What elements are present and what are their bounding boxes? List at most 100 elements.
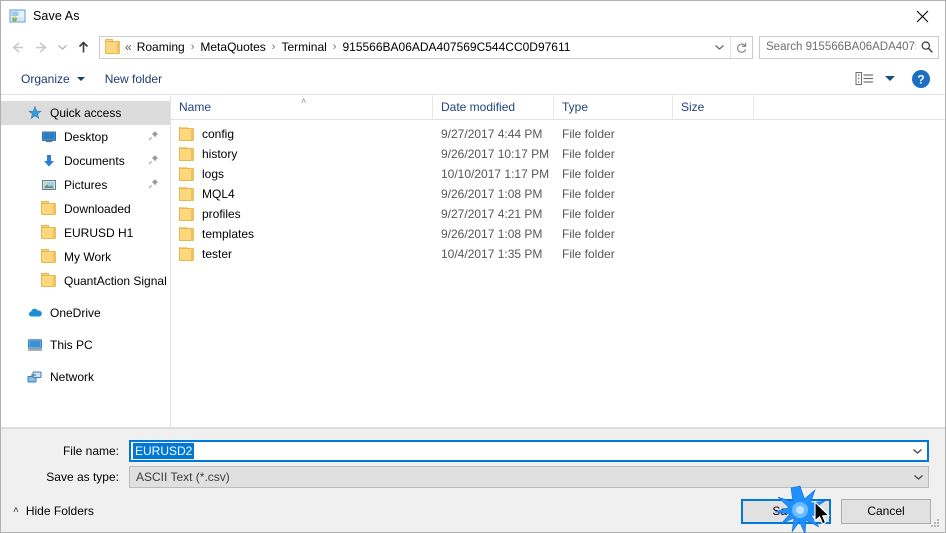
hide-folders-button[interactable]: ˄ Hide Folders <box>13 504 94 518</box>
dialog-body: Quick access Desktop Documents Pictures … <box>1 94 945 428</box>
resize-grip-icon[interactable] <box>929 517 942 530</box>
up-arrow-icon[interactable] <box>71 35 95 59</box>
file-type-cell: File folder <box>562 127 615 141</box>
address-bar[interactable]: « Roaming › MetaQuotes › Terminal › 9155… <box>99 35 753 59</box>
save-as-type-select[interactable]: ASCII Text (*.csv) <box>129 466 929 488</box>
file-name-text: profiles <box>202 207 241 221</box>
sidebar-item-my-work[interactable]: My Work <box>1 245 170 269</box>
breadcrumb: « Roaming › MetaQuotes › Terminal › 9155… <box>124 40 708 54</box>
folder-icon <box>105 38 120 54</box>
table-row[interactable]: logs 10/10/2017 1:17 PM File folder <box>171 164 945 184</box>
breadcrumb-item-metaquotes[interactable]: MetaQuotes <box>198 40 267 54</box>
search-icon[interactable] <box>916 40 938 54</box>
save-as-type-row: Save as type: ASCII Text (*.csv) <box>17 466 929 488</box>
table-row[interactable]: config 9/27/2017 4:44 PM File folder <box>171 124 945 144</box>
hide-folders-label: Hide Folders <box>25 504 94 518</box>
folder-icon <box>179 127 194 141</box>
table-row[interactable]: tester 10/4/2017 1:35 PM File folder <box>171 244 945 264</box>
folder-icon <box>179 187 194 201</box>
table-row[interactable]: profiles 9/27/2017 4:21 PM File folder <box>171 204 945 224</box>
sidebar-item-label: Pictures <box>64 178 108 192</box>
view-list-icon[interactable] <box>855 70 877 88</box>
pictures-icon <box>41 177 57 193</box>
file-name-text: history <box>202 147 238 161</box>
cancel-button[interactable]: Cancel <box>841 498 931 524</box>
sidebar-item-this-pc[interactable]: This PC <box>1 333 170 357</box>
organize-label: Organize <box>21 71 70 86</box>
file-type-cell: File folder <box>562 247 615 261</box>
address-chevron-down-icon[interactable] <box>708 37 730 58</box>
sidebar-item-eurusd-h1[interactable]: EURUSD H1 <box>1 221 170 245</box>
save-as-dialog: Save As « Roaming › MetaQuotes › Termina… <box>0 0 946 533</box>
search-placeholder: Search 915566BA06ADA40756... <box>766 41 916 53</box>
refresh-icon[interactable] <box>730 36 752 58</box>
organize-button[interactable]: Organize <box>15 67 91 91</box>
column-header-size[interactable]: Size <box>673 94 754 120</box>
sidebar-item-pictures[interactable]: Pictures <box>1 173 170 197</box>
sidebar-item-label: Documents <box>64 154 125 168</box>
cancel-button-label: Cancel <box>867 504 905 518</box>
sidebar-item-label: This PC <box>50 338 93 352</box>
file-name-input[interactable]: EURUSD2 <box>129 440 929 462</box>
navigation-sidebar: Quick access Desktop Documents Pictures … <box>1 95 171 427</box>
folder-icon <box>41 225 57 241</box>
file-name-chevron-down-icon[interactable] <box>907 447 927 455</box>
table-row[interactable]: history 9/26/2017 10:17 PM File folder <box>171 144 945 164</box>
file-date-cell: 10/4/2017 1:35 PM <box>441 247 543 261</box>
recent-locations-chevron-down-icon[interactable] <box>53 35 71 59</box>
file-name-cell: profiles <box>171 207 433 221</box>
sidebar-item-documents[interactable]: Documents <box>1 149 170 173</box>
close-button[interactable] <box>899 1 945 31</box>
file-name-text: logs <box>202 167 225 181</box>
sidebar-item-downloaded[interactable]: Downloaded <box>1 197 170 221</box>
pin-icon[interactable] <box>148 130 160 144</box>
file-type-cell: File folder <box>562 207 615 221</box>
this-pc-icon <box>27 337 43 353</box>
documents-download-icon <box>41 153 57 169</box>
forward-arrow-icon[interactable] <box>29 35 53 59</box>
pin-icon[interactable] <box>148 154 160 168</box>
folder-icon <box>41 273 57 289</box>
save-as-type-chevron-down-icon[interactable] <box>908 473 928 481</box>
breadcrumb-overflow[interactable]: « <box>124 40 135 54</box>
breadcrumb-separator: › <box>271 40 276 53</box>
table-row[interactable]: MQL4 9/26/2017 1:08 PM File folder <box>171 184 945 204</box>
dialog-footer: ˄ Hide Folders Save Cancel <box>1 490 945 532</box>
column-header-date-modified[interactable]: Date modified <box>433 94 554 120</box>
breadcrumb-item-terminal[interactable]: Terminal <box>279 40 328 54</box>
breadcrumb-separator: › <box>190 40 195 53</box>
pin-icon[interactable] <box>148 178 160 192</box>
file-rows: config 9/27/2017 4:44 PM File folder his… <box>171 120 945 427</box>
save-as-icon <box>9 8 26 25</box>
column-header-type[interactable]: Type <box>554 94 673 120</box>
breadcrumb-item-roaming[interactable]: Roaming <box>135 40 187 54</box>
table-row[interactable]: templates 9/26/2017 1:08 PM File folder <box>171 224 945 244</box>
file-name-cell: templates <box>171 227 433 241</box>
help-icon[interactable]: ? <box>911 69 931 89</box>
folder-icon <box>179 207 194 221</box>
view-chevron-down-icon[interactable] <box>885 76 895 81</box>
chevron-up-icon: ˄ <box>13 505 19 516</box>
sidebar-item-network[interactable]: Network <box>1 365 170 389</box>
save-button[interactable]: Save <box>741 498 831 524</box>
breadcrumb-item-terminal-id[interactable]: 915566BA06ADA407569C544CC0D97611 <box>340 40 572 54</box>
file-name-value: EURUSD2 <box>133 443 195 459</box>
file-date-cell: 9/26/2017 10:17 PM <box>441 147 550 161</box>
sidebar-item-quick-access[interactable]: Quick access <box>1 101 170 125</box>
new-folder-button[interactable]: New folder <box>99 67 168 91</box>
back-arrow-icon[interactable] <box>5 35 29 59</box>
desktop-icon <box>41 129 57 145</box>
file-name-cell: tester <box>171 247 433 261</box>
file-name-cell: history <box>171 147 433 161</box>
folder-icon <box>179 247 194 261</box>
sidebar-item-onedrive[interactable]: OneDrive <box>1 301 170 325</box>
search-input[interactable]: Search 915566BA06ADA40756... <box>759 35 939 59</box>
dialog-buttons: Save Cancel <box>731 498 931 524</box>
sidebar-item-quantaction-signal[interactable]: QuantAction Signal <box>1 269 170 293</box>
folder-icon <box>179 167 194 181</box>
sidebar-item-label: OneDrive <box>50 306 101 320</box>
sidebar-item-desktop[interactable]: Desktop <box>1 125 170 149</box>
breadcrumb-separator: › <box>332 40 337 53</box>
file-name-text: tester <box>202 247 233 261</box>
